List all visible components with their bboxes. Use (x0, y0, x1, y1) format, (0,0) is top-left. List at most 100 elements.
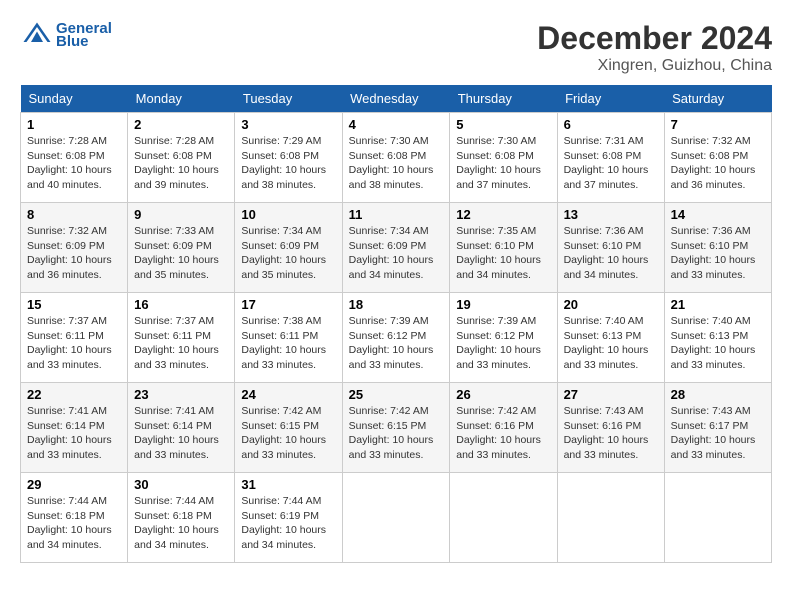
day-info: Sunrise: 7:32 AMSunset: 6:09 PMDaylight:… (27, 225, 112, 281)
day-number: 22 (27, 387, 121, 402)
day-number: 31 (241, 477, 335, 492)
day-info: Sunrise: 7:32 AMSunset: 6:08 PMDaylight:… (671, 135, 756, 191)
day-number: 8 (27, 207, 121, 222)
calendar-cell: 18 Sunrise: 7:39 AMSunset: 6:12 PMDaylig… (342, 293, 450, 383)
calendar-cell: 28 Sunrise: 7:43 AMSunset: 6:17 PMDaylig… (664, 383, 771, 473)
calendar-cell: 9 Sunrise: 7:33 AMSunset: 6:09 PMDayligh… (128, 203, 235, 293)
calendar-cell: 17 Sunrise: 7:38 AMSunset: 6:11 PMDaylig… (235, 293, 342, 383)
calendar-week-row: 1 Sunrise: 7:28 AMSunset: 6:08 PMDayligh… (21, 113, 772, 203)
calendar-cell: 15 Sunrise: 7:37 AMSunset: 6:11 PMDaylig… (21, 293, 128, 383)
calendar-cell (450, 473, 557, 563)
day-number: 17 (241, 297, 335, 312)
day-info: Sunrise: 7:37 AMSunset: 6:11 PMDaylight:… (134, 315, 219, 371)
day-number: 29 (27, 477, 121, 492)
day-number: 28 (671, 387, 765, 402)
day-number: 20 (564, 297, 658, 312)
day-info: Sunrise: 7:42 AMSunset: 6:15 PMDaylight:… (349, 405, 434, 461)
day-info: Sunrise: 7:28 AMSunset: 6:08 PMDaylight:… (134, 135, 219, 191)
day-info: Sunrise: 7:44 AMSunset: 6:18 PMDaylight:… (27, 495, 112, 551)
day-number: 11 (349, 207, 444, 222)
calendar-cell: 24 Sunrise: 7:42 AMSunset: 6:15 PMDaylig… (235, 383, 342, 473)
day-info: Sunrise: 7:44 AMSunset: 6:19 PMDaylight:… (241, 495, 326, 551)
day-number: 24 (241, 387, 335, 402)
calendar-cell: 11 Sunrise: 7:34 AMSunset: 6:09 PMDaylig… (342, 203, 450, 293)
calendar-cell: 5 Sunrise: 7:30 AMSunset: 6:08 PMDayligh… (450, 113, 557, 203)
day-info: Sunrise: 7:29 AMSunset: 6:08 PMDaylight:… (241, 135, 326, 191)
day-number: 2 (134, 117, 228, 132)
day-number: 26 (456, 387, 550, 402)
day-number: 6 (564, 117, 658, 132)
day-number: 3 (241, 117, 335, 132)
day-info: Sunrise: 7:33 AMSunset: 6:09 PMDaylight:… (134, 225, 219, 281)
calendar-cell: 1 Sunrise: 7:28 AMSunset: 6:08 PMDayligh… (21, 113, 128, 203)
calendar-cell: 2 Sunrise: 7:28 AMSunset: 6:08 PMDayligh… (128, 113, 235, 203)
calendar-cell (342, 473, 450, 563)
calendar-cell: 26 Sunrise: 7:42 AMSunset: 6:16 PMDaylig… (450, 383, 557, 473)
calendar-cell (557, 473, 664, 563)
calendar-header-row: SundayMondayTuesdayWednesdayThursdayFrid… (21, 85, 772, 113)
page-header: General Blue December 2024 Xingren, Guiz… (20, 20, 772, 75)
calendar-cell: 14 Sunrise: 7:36 AMSunset: 6:10 PMDaylig… (664, 203, 771, 293)
day-info: Sunrise: 7:40 AMSunset: 6:13 PMDaylight:… (671, 315, 756, 371)
day-number: 19 (456, 297, 550, 312)
weekday-header-sunday: Sunday (21, 85, 128, 113)
day-number: 15 (27, 297, 121, 312)
weekday-header-friday: Friday (557, 85, 664, 113)
calendar-cell: 29 Sunrise: 7:44 AMSunset: 6:18 PMDaylig… (21, 473, 128, 563)
day-info: Sunrise: 7:42 AMSunset: 6:15 PMDaylight:… (241, 405, 326, 461)
weekday-header-wednesday: Wednesday (342, 85, 450, 113)
calendar-cell: 20 Sunrise: 7:40 AMSunset: 6:13 PMDaylig… (557, 293, 664, 383)
day-number: 10 (241, 207, 335, 222)
calendar-cell (664, 473, 771, 563)
calendar-cell: 31 Sunrise: 7:44 AMSunset: 6:19 PMDaylig… (235, 473, 342, 563)
day-number: 4 (349, 117, 444, 132)
calendar-week-row: 22 Sunrise: 7:41 AMSunset: 6:14 PMDaylig… (21, 383, 772, 473)
day-number: 16 (134, 297, 228, 312)
day-info: Sunrise: 7:43 AMSunset: 6:16 PMDaylight:… (564, 405, 649, 461)
calendar-cell: 6 Sunrise: 7:31 AMSunset: 6:08 PMDayligh… (557, 113, 664, 203)
calendar-cell: 13 Sunrise: 7:36 AMSunset: 6:10 PMDaylig… (557, 203, 664, 293)
calendar-week-row: 29 Sunrise: 7:44 AMSunset: 6:18 PMDaylig… (21, 473, 772, 563)
day-number: 9 (134, 207, 228, 222)
weekday-header-tuesday: Tuesday (235, 85, 342, 113)
day-number: 5 (456, 117, 550, 132)
location: Xingren, Guizhou, China (537, 57, 772, 75)
calendar-cell: 7 Sunrise: 7:32 AMSunset: 6:08 PMDayligh… (664, 113, 771, 203)
day-info: Sunrise: 7:28 AMSunset: 6:08 PMDaylight:… (27, 135, 112, 191)
calendar-cell: 19 Sunrise: 7:39 AMSunset: 6:12 PMDaylig… (450, 293, 557, 383)
calendar-week-row: 15 Sunrise: 7:37 AMSunset: 6:11 PMDaylig… (21, 293, 772, 383)
day-number: 13 (564, 207, 658, 222)
day-info: Sunrise: 7:34 AMSunset: 6:09 PMDaylight:… (241, 225, 326, 281)
day-info: Sunrise: 7:36 AMSunset: 6:10 PMDaylight:… (671, 225, 756, 281)
calendar-cell: 30 Sunrise: 7:44 AMSunset: 6:18 PMDaylig… (128, 473, 235, 563)
day-info: Sunrise: 7:34 AMSunset: 6:09 PMDaylight:… (349, 225, 434, 281)
calendar-cell: 25 Sunrise: 7:42 AMSunset: 6:15 PMDaylig… (342, 383, 450, 473)
day-info: Sunrise: 7:37 AMSunset: 6:11 PMDaylight:… (27, 315, 112, 371)
weekday-header-saturday: Saturday (664, 85, 771, 113)
day-info: Sunrise: 7:38 AMSunset: 6:11 PMDaylight:… (241, 315, 326, 371)
day-info: Sunrise: 7:42 AMSunset: 6:16 PMDaylight:… (456, 405, 541, 461)
weekday-header-thursday: Thursday (450, 85, 557, 113)
calendar-week-row: 8 Sunrise: 7:32 AMSunset: 6:09 PMDayligh… (21, 203, 772, 293)
day-info: Sunrise: 7:30 AMSunset: 6:08 PMDaylight:… (349, 135, 434, 191)
calendar-cell: 16 Sunrise: 7:37 AMSunset: 6:11 PMDaylig… (128, 293, 235, 383)
day-info: Sunrise: 7:43 AMSunset: 6:17 PMDaylight:… (671, 405, 756, 461)
calendar-table: SundayMondayTuesdayWednesdayThursdayFrid… (20, 85, 772, 563)
day-info: Sunrise: 7:41 AMSunset: 6:14 PMDaylight:… (27, 405, 112, 461)
month-title: December 2024 (537, 20, 772, 57)
title-section: December 2024 Xingren, Guizhou, China (537, 20, 772, 75)
day-info: Sunrise: 7:39 AMSunset: 6:12 PMDaylight:… (349, 315, 434, 371)
day-info: Sunrise: 7:35 AMSunset: 6:10 PMDaylight:… (456, 225, 541, 281)
calendar-cell: 12 Sunrise: 7:35 AMSunset: 6:10 PMDaylig… (450, 203, 557, 293)
calendar-cell: 3 Sunrise: 7:29 AMSunset: 6:08 PMDayligh… (235, 113, 342, 203)
calendar-cell: 27 Sunrise: 7:43 AMSunset: 6:16 PMDaylig… (557, 383, 664, 473)
day-number: 14 (671, 207, 765, 222)
day-number: 30 (134, 477, 228, 492)
calendar-cell: 8 Sunrise: 7:32 AMSunset: 6:09 PMDayligh… (21, 203, 128, 293)
day-info: Sunrise: 7:40 AMSunset: 6:13 PMDaylight:… (564, 315, 649, 371)
day-number: 25 (349, 387, 444, 402)
logo: General Blue (20, 20, 112, 50)
day-info: Sunrise: 7:31 AMSunset: 6:08 PMDaylight:… (564, 135, 649, 191)
day-number: 1 (27, 117, 121, 132)
weekday-header-monday: Monday (128, 85, 235, 113)
